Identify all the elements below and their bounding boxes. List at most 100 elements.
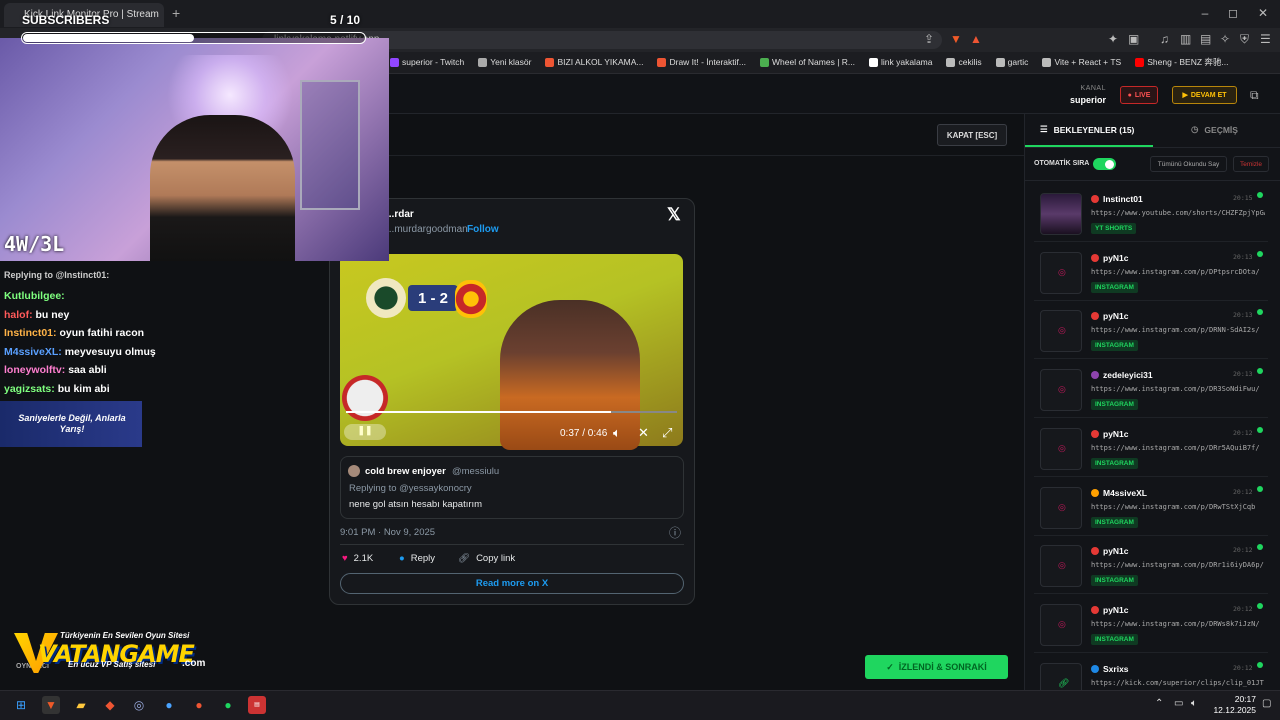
queue-thumbnail[interactable]: ◎ [1040, 427, 1082, 470]
queue-url[interactable]: https://www.instagram.com/p/DRNN-SdAI2s/ [1091, 326, 1265, 334]
speaker-icon[interactable]: 🔈︎ [1191, 698, 1197, 709]
queue-thumbnail[interactable]: ◎ [1040, 251, 1082, 294]
platform-badge: INSTAGRAM [1091, 399, 1138, 411]
promo-banner-text: Saniyelerle Değil, Anlarla Yarış! [18, 413, 126, 434]
queue-url[interactable]: https://www.instagram.com/p/DRr5AQuiB7f/ [1091, 444, 1265, 452]
queue-url[interactable]: https://kick.com/superior/clips/clip_01J… [1091, 679, 1265, 687]
brave-shield-icon[interactable]: ▼ [950, 32, 962, 46]
app-tile-icon[interactable]: ▤ [248, 696, 266, 714]
like-button[interactable]: ♥ 2.1K [342, 553, 373, 564]
share-icon[interactable]: ⇪ [924, 32, 934, 46]
bookmark-item[interactable]: Draw It! - İnteraktif... [657, 56, 746, 68]
queue-item[interactable]: ◎ M4ssiveXL 20:12 https://www.instagram.com… [1034, 482, 1268, 536]
tab-waiting[interactable]: ☰ BEKLEYENLER (15) [1040, 124, 1134, 135]
site-icon [657, 57, 667, 67]
bookmark-item[interactable]: BIZI ALKOL YIKAMA... [545, 56, 643, 68]
steam-icon[interactable]: ◎ [130, 696, 148, 714]
tweet-date[interactable]: 9:01 PM · Nov 9, 2025 [340, 527, 435, 538]
screenshot-icon[interactable]: ▣ [1128, 32, 1139, 46]
queue-thumbnail[interactable]: ◎ [1040, 603, 1082, 646]
bookmark-item[interactable]: Vite + React + TS [1042, 56, 1121, 68]
queue-item[interactable]: ◎ pyN1c 20:12 https://www.instagram.com/p/D… [1034, 540, 1268, 595]
spotify-icon[interactable]: ● [219, 696, 237, 714]
queue-item[interactable]: ◎ pyN1c 20:12 https://www.instagram.com/p/D… [1034, 423, 1268, 477]
tweet-author-name[interactable]: ...rdar [386, 209, 414, 220]
globe-icon [946, 57, 956, 67]
pause-button[interactable]: ❚❚ [344, 424, 386, 440]
leo-icon[interactable]: ✧ [1220, 32, 1230, 46]
queue-item[interactable]: ◎ zedeleyici31 20:13 https://www.instagram.… [1034, 364, 1268, 419]
popout-icon[interactable]: ⧉ [1250, 88, 1259, 103]
clock-time[interactable]: 20:17 [1226, 694, 1256, 704]
chat-overlay: Kutlubilgee: halof: bu ney Instinct01: oy… [0, 262, 300, 402]
video-x-icon[interactable]: ✕ [638, 425, 649, 441]
valorant-icon[interactable]: ◆ [101, 696, 119, 714]
bookmark-label: Sheng - BENZ 奔驰... [1147, 57, 1229, 67]
fullscreen-icon[interactable]: ⤢ [662, 425, 672, 441]
chat-username: Instinct01: [4, 327, 57, 339]
queue-url[interactable]: https://www.instagram.com/p/DRWs8k7iJzN/ [1091, 620, 1265, 628]
queue-url[interactable]: https://www.instagram.com/p/DPtpsrcDOta/ [1091, 268, 1265, 276]
volume-icon[interactable]: 🔈︎ [613, 425, 621, 441]
reply-author-name: cold brew enjoyer [365, 466, 446, 477]
bookmark-item[interactable]: link yakalama [868, 56, 932, 68]
notification-icon[interactable]: ▢ [1262, 698, 1271, 709]
sidebar-icon[interactable]: ▥ [1180, 32, 1191, 46]
x-logo-icon[interactable]: 𝕏 [667, 205, 681, 225]
continue-button[interactable]: ▶ DEVAM ET [1172, 86, 1237, 104]
close-player-button[interactable]: KAPAT [ESC] [937, 124, 1007, 146]
tab-history[interactable]: ◷ GEÇMİŞ [1191, 124, 1238, 135]
new-tab-button[interactable]: + [172, 5, 180, 21]
brave-taskbar-icon[interactable]: ▼ [42, 696, 60, 714]
live-label: LIVE [1134, 91, 1151, 99]
maximize-button[interactable]: ◻ [1223, 6, 1243, 20]
queue-item[interactable]: Instinct01 20:15 https://www.youtube.com/s… [1034, 188, 1268, 242]
extensions-icon[interactable]: ✦ [1108, 32, 1118, 46]
bookmark-item[interactable]: gartic [995, 56, 1028, 68]
tweet-follow-link[interactable]: Follow [467, 224, 499, 235]
brave-rewards-icon[interactable]: ▲ [970, 32, 982, 46]
queue-thumbnail[interactable] [1040, 193, 1082, 235]
windows-start-icon[interactable]: ⊞ [12, 696, 30, 714]
queue-url[interactable]: https://www.youtube.com/shorts/CHZFZpjYp… [1091, 209, 1265, 217]
read-more-button[interactable]: Read more on X [340, 573, 684, 594]
chat-username: halof: [4, 308, 33, 321]
queue-thumbnail[interactable]: ◎ [1040, 369, 1082, 412]
queue-username: pyN1c [1103, 252, 1129, 263]
queue-thumbnail[interactable]: ◎ [1040, 545, 1082, 588]
mark-all-read-button[interactable]: Tümünü Okundu Say [1150, 156, 1227, 172]
watched-next-button[interactable]: ✓ İZLENDİ & SONRAKİ [865, 655, 1008, 679]
queue-item[interactable]: ◎ pyN1c 20:12 https://www.instagram.com/p/D… [1034, 599, 1268, 653]
queue-url[interactable]: https://www.instagram.com/p/DRr1i6iyDA6p… [1091, 561, 1265, 569]
bookmark-item[interactable]: cekilis [946, 56, 982, 68]
bookmark-item[interactable]: superior - Twitch [390, 56, 464, 68]
copy-link-button[interactable]: 🔗︎ Copy link [458, 553, 515, 564]
queue-thumbnail[interactable]: ◎ [1040, 310, 1082, 353]
tweet-author-handle[interactable]: ...murdargoodman · [386, 224, 474, 235]
vpn-icon[interactable]: ⛨ [1240, 32, 1249, 47]
clock-date[interactable]: 12.12.2025 [1212, 705, 1256, 715]
chat-message: yagizsats: bu kim abi [4, 383, 110, 395]
queue-url[interactable]: https://www.instagram.com/p/DR3SoNdiFwu/ [1091, 385, 1265, 393]
tray-chevron-icon[interactable]: ⌃ [1155, 698, 1163, 709]
queue-item[interactable]: ◎ pyN1c 20:13 https://www.instagram.com/p/D… [1034, 247, 1268, 301]
wallet-icon[interactable]: ▤ [1200, 32, 1211, 46]
music-icon[interactable]: ♫ [1160, 32, 1169, 46]
app-icon[interactable]: ● [160, 696, 178, 714]
info-icon[interactable]: ⓘ [669, 524, 681, 541]
file-explorer-icon[interactable]: ▰ [72, 696, 90, 714]
queue-url[interactable]: https://www.instagram.com/p/DRwTStXjCqb [1091, 503, 1265, 511]
network-icon[interactable]: ▭ [1174, 698, 1183, 709]
menu-icon[interactable]: ☰ [1260, 32, 1271, 46]
bookmark-item[interactable]: Wheel of Names | R... [760, 56, 855, 68]
clear-button[interactable]: Temizle [1233, 156, 1269, 172]
live-button[interactable]: ● LIVE [1120, 86, 1158, 104]
queue-item[interactable]: ◎ pyN1c 20:13 https://www.instagram.com/p/D… [1034, 305, 1268, 360]
reply-button[interactable]: ● Reply [399, 553, 435, 564]
queue-thumbnail[interactable]: ◎ [1040, 486, 1082, 529]
minimize-button[interactable]: – [1195, 6, 1215, 20]
app-red-icon[interactable]: ● [190, 696, 208, 714]
bookmark-item[interactable]: Sheng - BENZ 奔驰... [1135, 56, 1228, 68]
close-window-button[interactable]: ✕ [1253, 6, 1273, 20]
bookmark-item[interactable]: Yeni klasör [478, 56, 531, 68]
